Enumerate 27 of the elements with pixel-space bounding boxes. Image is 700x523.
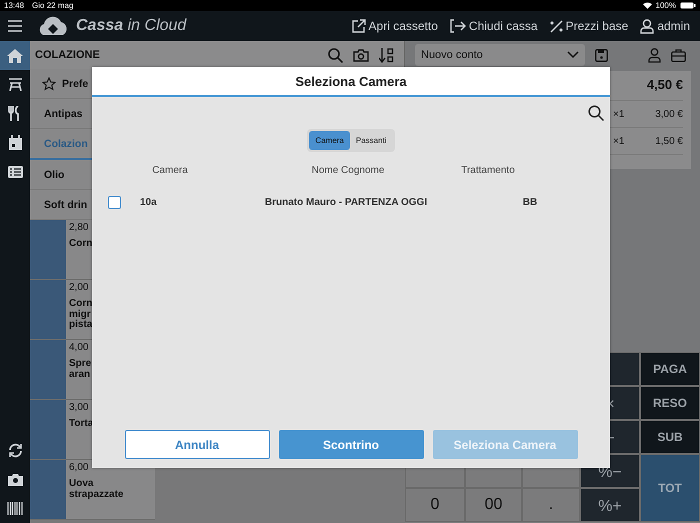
status-time: 13:48 [4, 1, 24, 10]
product-price: 2,80 [69, 222, 90, 233]
brand-name: Cassa in Cloud [76, 17, 186, 35]
line-amount: 3,00 € [655, 109, 683, 120]
line-quantity: ×1 [613, 136, 624, 147]
column-header: Trattamento [460, 165, 516, 176]
table-cell-text: BB [522, 197, 538, 208]
column-header: Camera [151, 165, 189, 176]
product-price: 3,00 [69, 402, 90, 413]
product-name: Torta [69, 419, 94, 430]
product-price: 2,00 [69, 282, 90, 293]
table-cell-text: Brunato Mauro - PARTENZA OGGI [264, 197, 428, 208]
table-cell-text: 10a [140, 197, 158, 208]
dialog-title: Seleziona Camera [295, 74, 407, 88]
battery-level: 100% [656, 1, 676, 10]
bill-total: 4,50 € [646, 77, 683, 92]
product-price: 6,00 [69, 462, 90, 473]
line-amount: 1,50 € [655, 136, 683, 147]
product-price: 4,00 [69, 342, 90, 353]
product-name: Corn [69, 239, 94, 250]
column-header: Nome Cognome [310, 165, 386, 176]
product-name: Spre aran [69, 359, 92, 380]
status-date: Gio 22 mag [32, 1, 74, 10]
product-name: Uova strapazzate [69, 479, 124, 500]
category-title: COLAZIONE [35, 49, 100, 61]
line-quantity: ×1 [613, 109, 624, 120]
product-name: Corn migr pista [69, 299, 94, 330]
